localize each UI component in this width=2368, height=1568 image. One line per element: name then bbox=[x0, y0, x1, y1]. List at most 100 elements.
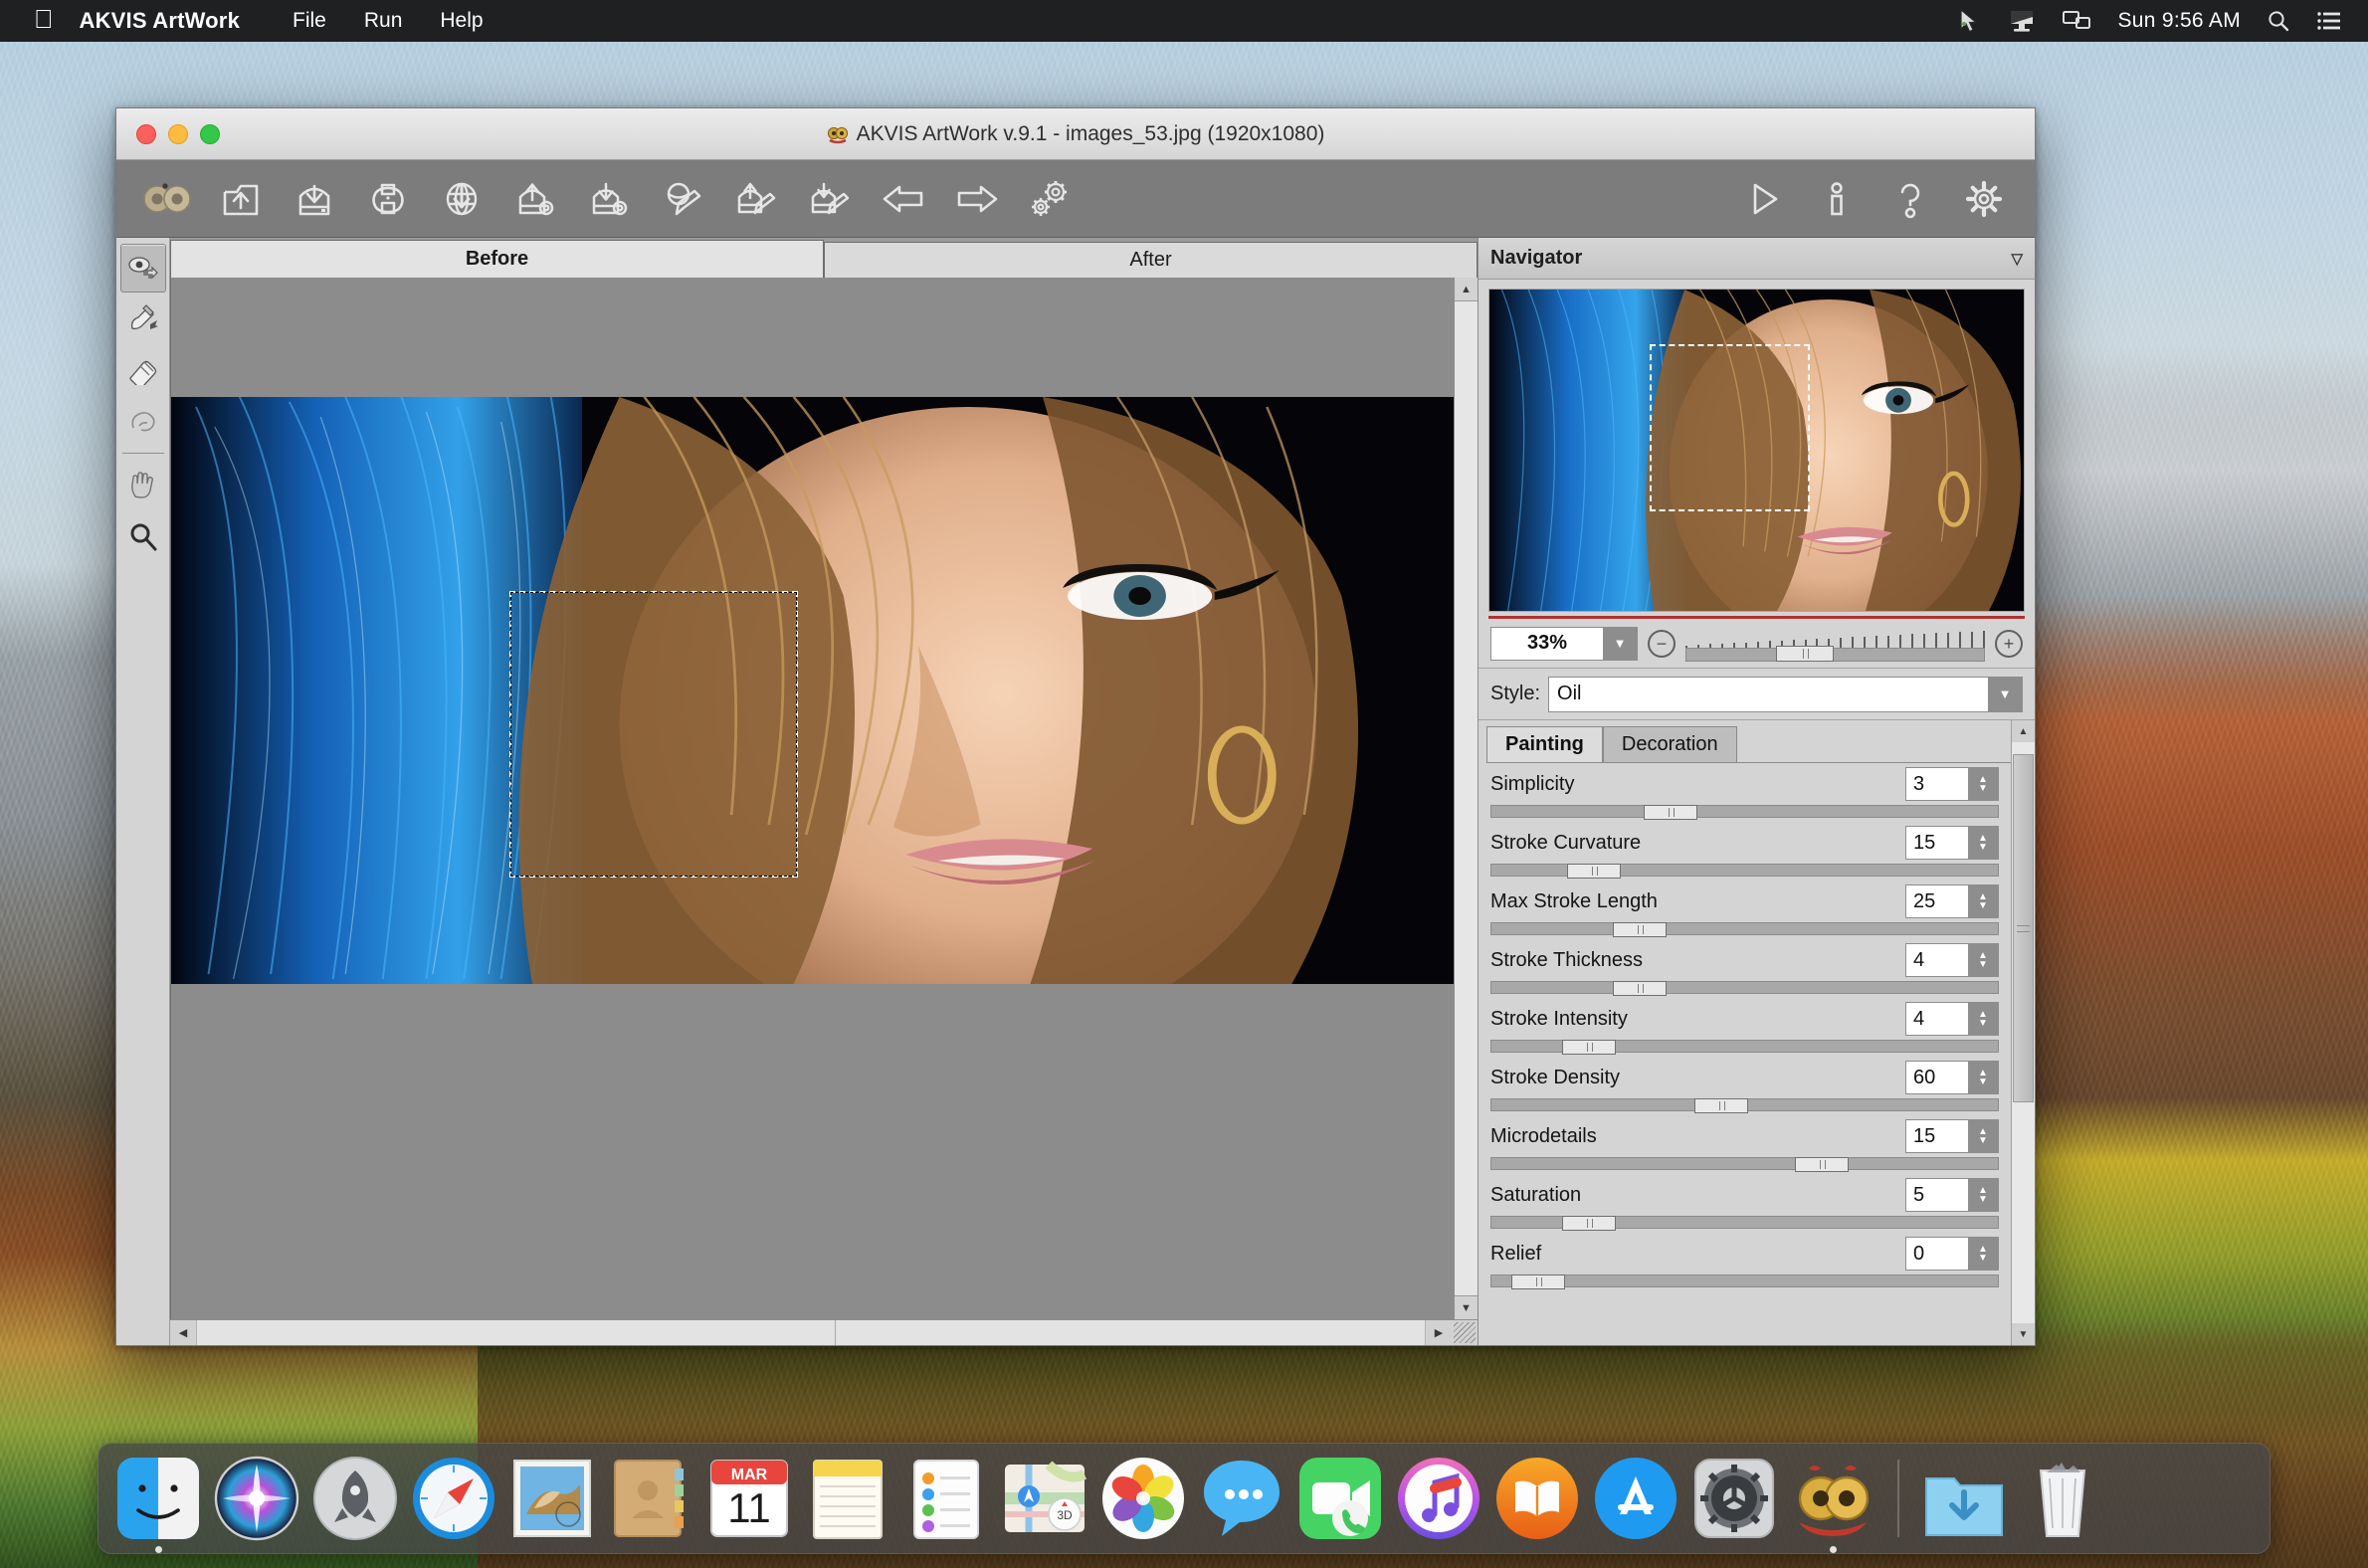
search-icon[interactable] bbox=[2267, 9, 2290, 33]
param-spinner[interactable]: 25 ▲ ▼ bbox=[1905, 884, 1999, 918]
dock-downloads-icon[interactable] bbox=[1918, 1453, 2010, 1544]
horizontal-scroll-thumb[interactable] bbox=[197, 1320, 836, 1345]
tab-before[interactable]: Before bbox=[170, 240, 824, 278]
help-icon[interactable] bbox=[1874, 165, 1947, 233]
dock-messages-icon[interactable] bbox=[1196, 1453, 1287, 1544]
param-spinner[interactable]: 0 ▲ ▼ bbox=[1905, 1237, 1999, 1271]
selection-marquee[interactable] bbox=[509, 591, 798, 878]
minus-circle-icon[interactable]: − bbox=[1648, 629, 1676, 658]
tool-hand-icon[interactable] bbox=[120, 462, 166, 510]
dock-akvis-artwork-icon[interactable] bbox=[1787, 1453, 1878, 1553]
scroll-right-arrow-icon[interactable]: ▶ bbox=[1426, 1320, 1452, 1345]
dock-trash-icon[interactable] bbox=[2017, 1453, 2108, 1544]
spinner-arrows-icon[interactable]: ▲ ▼ bbox=[1968, 1062, 1998, 1093]
window-resize-grip[interactable] bbox=[1452, 1320, 1478, 1345]
style-value[interactable]: Oil bbox=[1549, 677, 1988, 711]
run-play-icon[interactable] bbox=[1726, 165, 1800, 233]
canvas-vertical-scrollbar[interactable]: ▲ ▼ bbox=[1454, 278, 1478, 1319]
load-settings-icon[interactable] bbox=[719, 165, 793, 233]
param-spinner[interactable]: 4 ▲ ▼ bbox=[1905, 1002, 1999, 1036]
zoom-slider[interactable] bbox=[1685, 626, 1985, 662]
canvas-horizontal-scrollbar[interactable]: ◀ ▶ bbox=[170, 1319, 1478, 1345]
spinner-arrows-icon[interactable]: ▲ ▼ bbox=[1968, 1179, 1998, 1211]
settings-scroll-thumb[interactable] bbox=[2013, 753, 2034, 1103]
source-photo[interactable] bbox=[171, 397, 1454, 984]
plus-circle-icon[interactable]: + bbox=[1995, 629, 2023, 658]
param-slider-thumb[interactable] bbox=[1567, 864, 1622, 879]
spinner-arrows-icon[interactable]: ▲ ▼ bbox=[1968, 1120, 1998, 1152]
menu-item-file[interactable]: File bbox=[274, 9, 345, 33]
menu-item-help[interactable]: Help bbox=[421, 9, 501, 33]
dock-reminders-icon[interactable] bbox=[900, 1453, 992, 1544]
tool-eraser-icon[interactable] bbox=[120, 345, 166, 394]
tab-painting[interactable]: Painting bbox=[1486, 726, 1603, 762]
menu-item-run[interactable]: Run bbox=[345, 9, 422, 33]
publish-web-icon[interactable] bbox=[425, 165, 498, 233]
scroll-left-arrow-icon[interactable]: ◀ bbox=[170, 1320, 196, 1345]
spinner-arrows-icon[interactable]: ▲ ▼ bbox=[1968, 1003, 1998, 1035]
chevron-down-icon[interactable]: ▽ bbox=[2011, 250, 2023, 268]
dock-finder-icon[interactable] bbox=[112, 1453, 204, 1553]
dock-mail-icon[interactable] bbox=[506, 1453, 598, 1544]
spinner-arrows-icon[interactable]: ▲ ▼ bbox=[1968, 827, 1998, 859]
scroll-down-arrow-icon[interactable]: ▼ bbox=[2012, 1323, 2035, 1345]
param-value[interactable]: 15 bbox=[1906, 1120, 1968, 1152]
dock-ibooks-icon[interactable] bbox=[1491, 1453, 1583, 1544]
param-slider-thumb[interactable] bbox=[1511, 1274, 1566, 1289]
dock-safari-icon[interactable] bbox=[408, 1453, 499, 1544]
tool-zoom-icon[interactable] bbox=[120, 512, 166, 561]
param-slider-thumb[interactable] bbox=[1643, 805, 1697, 820]
param-slider[interactable] bbox=[1490, 864, 1999, 879]
tab-decoration[interactable]: Decoration bbox=[1602, 726, 1737, 762]
undo-arrow-icon[interactable] bbox=[867, 165, 940, 233]
param-value[interactable]: 60 bbox=[1906, 1062, 1968, 1093]
display-mirror-icon[interactable] bbox=[2062, 8, 2091, 34]
chevron-down-icon[interactable]: ▼ bbox=[1603, 627, 1637, 660]
spinner-arrows-icon[interactable]: ▲ ▼ bbox=[1968, 768, 1998, 800]
param-slider[interactable] bbox=[1490, 1040, 1999, 1055]
navigator-thumbnail[interactable] bbox=[1488, 289, 2025, 612]
vertical-scroll-track[interactable] bbox=[1455, 301, 1478, 1295]
param-value[interactable]: 4 bbox=[1906, 1003, 1968, 1035]
dock-appstore-icon[interactable] bbox=[1590, 1453, 1681, 1544]
param-slider-thumb[interactable] bbox=[1693, 1098, 1748, 1113]
preferences-gear-icon[interactable] bbox=[1947, 165, 2021, 233]
param-slider[interactable] bbox=[1490, 981, 1999, 996]
tab-after[interactable]: After bbox=[824, 242, 1478, 278]
zoom-slider-thumb[interactable] bbox=[1775, 645, 1834, 662]
zoom-combobox[interactable]: 33% ▼ bbox=[1490, 626, 1638, 661]
param-spinner[interactable]: 60 ▲ ▼ bbox=[1905, 1061, 1999, 1094]
param-value[interactable]: 3 bbox=[1906, 768, 1968, 800]
save-preset-icon[interactable] bbox=[572, 165, 646, 233]
canvas-preview-icon[interactable] bbox=[646, 165, 719, 233]
param-slider[interactable] bbox=[1490, 922, 1999, 937]
dock-facetime-icon[interactable] bbox=[1294, 1453, 1386, 1544]
redo-arrow-icon[interactable] bbox=[940, 165, 1014, 233]
save-image-icon[interactable] bbox=[278, 165, 351, 233]
screen-sharing-icon[interactable] bbox=[2008, 8, 2036, 34]
apple-logo-icon[interactable]:  bbox=[0, 6, 80, 32]
tool-brush-icon[interactable] bbox=[120, 294, 166, 343]
spinner-arrows-icon[interactable]: ▲ ▼ bbox=[1968, 885, 1998, 917]
param-value[interactable]: 5 bbox=[1906, 1179, 1968, 1211]
param-value[interactable]: 0 bbox=[1906, 1238, 1968, 1270]
dock-notes-icon[interactable] bbox=[802, 1453, 893, 1544]
dock-photos-icon[interactable] bbox=[1097, 1453, 1189, 1544]
navigator-view-rectangle[interactable] bbox=[1650, 343, 1811, 511]
load-preset-icon[interactable] bbox=[498, 165, 572, 233]
dock-maps-icon[interactable]: 3D bbox=[999, 1453, 1090, 1544]
print-image-icon[interactable] bbox=[351, 165, 425, 233]
param-value[interactable]: 25 bbox=[1906, 885, 1968, 917]
horizontal-scroll-track[interactable] bbox=[196, 1320, 1426, 1345]
spinner-arrows-icon[interactable]: ▲ ▼ bbox=[1968, 944, 1998, 976]
dock-contacts-icon[interactable] bbox=[605, 1453, 696, 1544]
scroll-up-arrow-icon[interactable]: ▲ bbox=[2012, 720, 2035, 742]
param-slider-thumb[interactable] bbox=[1562, 1216, 1617, 1231]
settings-vertical-scrollbar[interactable]: ▲ ▼ bbox=[2011, 720, 2035, 1345]
dock-calendar-icon[interactable]: MAR 11 bbox=[703, 1453, 795, 1544]
control-center-list-icon[interactable] bbox=[2316, 9, 2342, 33]
save-settings-icon[interactable] bbox=[793, 165, 867, 233]
param-value[interactable]: 4 bbox=[1906, 944, 1968, 976]
param-slider[interactable] bbox=[1490, 1216, 1999, 1231]
menu-bar-clock[interactable]: Sun 9:56 AM bbox=[2117, 9, 2241, 33]
